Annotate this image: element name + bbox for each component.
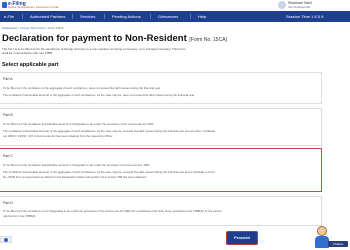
avatar [278,1,286,9]
chatbot-body-icon [315,236,329,248]
nav-separator [72,14,73,19]
breadcrumb-income-tax-forms[interactable]: Income Tax Forms [20,26,45,30]
nav-item-efile[interactable]: e-File [4,11,14,22]
chatbot-widget[interactable]: Chatbot [314,225,350,250]
part-b-line: u/s 195(2) / 195(3) / 197 of Income-tax … [3,134,114,138]
part-c-line: To be filled up if the remittance (trans… [3,163,151,167]
section-heading: Select applicable part [2,62,59,68]
form-reference: [Form No. 15CA] [189,37,227,43]
part-a-option[interactable]: Part A To be filled up if the remittance… [0,72,322,104]
part-b-line: The remittance (transferable amount) or … [3,129,216,133]
page-title-text: Declaration for payment to Non-Resident [2,33,187,44]
part-a-label: Part A [3,77,13,81]
part-b-line: To be filled up if the remittance (trans… [3,122,155,126]
part-a-line: To be filled up if the remittance or the… [3,86,161,90]
part-d-line: referred to in rule 37BB(2). [3,214,37,218]
part-a-line: The remittance (transferable amount) or … [3,93,195,97]
main-nav: e-File Authorised Partners Services Pend… [0,11,350,22]
logo-icon [2,2,7,8]
nav-item-services[interactable]: Services [80,11,95,22]
part-d-line: To be filled up if the remittance is not… [3,209,222,213]
user-role: Tax Professional [288,5,311,9]
page-title: Declaration for payment to Non-Resident … [2,33,227,44]
nav-item-pending-actions[interactable]: Pending Actions [112,11,141,22]
logo-tagline: Income Tax Department, Government of Ind… [8,6,59,9]
nav-separator [150,14,151,19]
breadcrumb: Dashboard > Income Tax Forms > Form 15CA [2,26,64,30]
part-c-line: The remittance (transferable amount) or … [3,170,215,174]
chatbot-avatar-icon [317,226,327,236]
part-c-option[interactable]: Part C To be filled up if the remittance… [0,148,322,192]
nav-item-authorised-partners[interactable]: Authorised Partners [30,11,65,22]
breadcrumb-current: Form 15CA [48,26,64,30]
session-timer: Session Time 1 6 5 9 [286,14,324,19]
chatbot-label: Chatbot [328,241,348,247]
nav-separator [104,14,105,19]
breadcrumb-home[interactable]: Dashboard [2,26,17,30]
form-description-line2: shall be in accordance with rule 37BB. [2,51,53,55]
accessibility-icon [4,238,8,242]
part-b-label: Part B [3,113,13,117]
accessibility-widget[interactable] [0,236,12,243]
efiling-logo[interactable]: e-Filing Income Tax Department, Governme… [2,1,59,10]
part-c-label: Part C [3,154,13,158]
proceed-button[interactable]: Proceed [227,232,257,244]
part-d-label: Part D [3,201,13,205]
user-menu[interactable]: Shubham Saini Tax Professional [278,1,348,10]
nav-item-help[interactable]: Help [198,11,206,22]
part-d-option[interactable]: Part D To be filled up if the remittance… [0,196,322,226]
part-c-line: No. 15CB from an accountant as defined i… [3,175,147,179]
nav-separator [22,14,23,19]
nav-item-grievances[interactable]: Grievances [158,11,178,22]
part-b-option[interactable]: Part B To be filled up if the remittance… [0,108,322,146]
top-header: e-Filing Income Tax Department, Governme… [0,0,350,11]
nav-separator [190,14,191,19]
